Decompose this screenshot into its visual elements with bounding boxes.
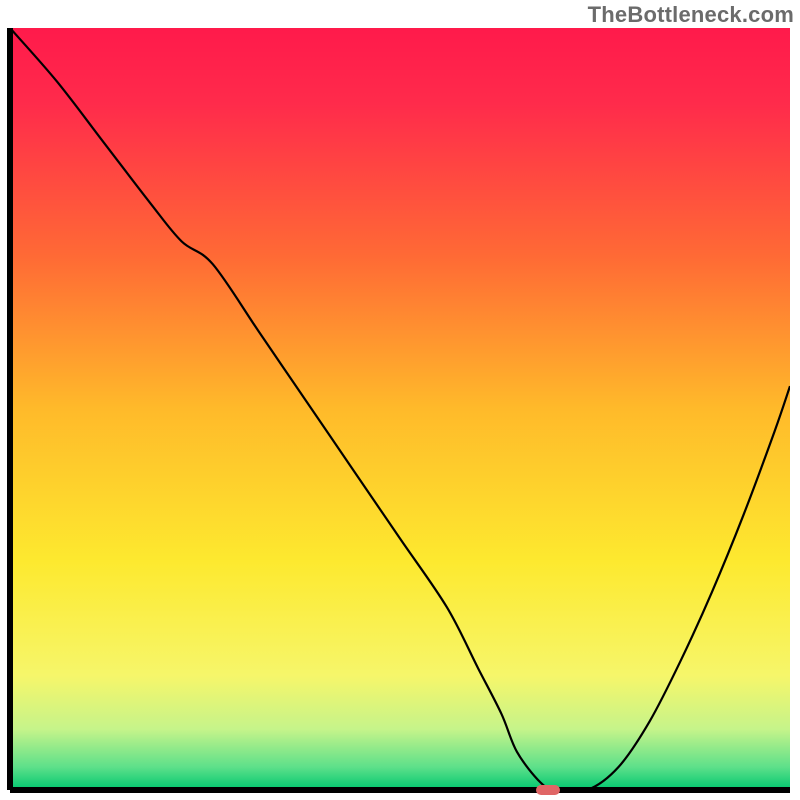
chart-svg bbox=[0, 0, 800, 800]
watermark-text: TheBottleneck.com bbox=[588, 2, 794, 28]
minimum-marker bbox=[536, 785, 560, 795]
bottleneck-chart: TheBottleneck.com bbox=[0, 0, 800, 800]
